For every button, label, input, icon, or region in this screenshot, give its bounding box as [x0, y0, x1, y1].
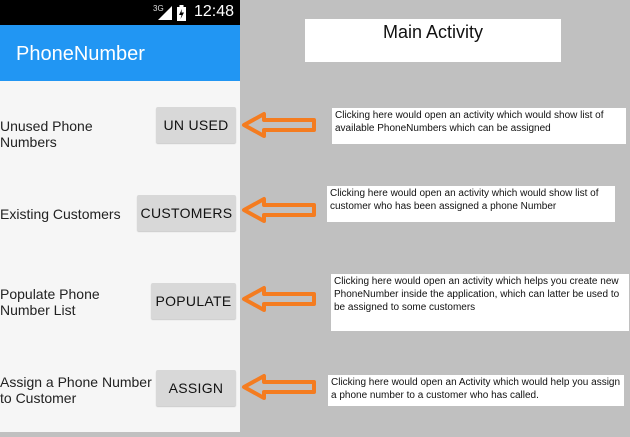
- status-clock: 12:48: [193, 3, 234, 20]
- assign-button[interactable]: ASSIGN: [156, 370, 236, 406]
- arrow-left-icon: [242, 374, 316, 400]
- populate-button[interactable]: POPULATE: [151, 283, 236, 319]
- arrow-left-icon: [242, 286, 316, 312]
- phone-screen: 3G 12:48 PhoneNumber Unused Phone Number…: [0, 0, 240, 432]
- status-bar: 3G 12:48: [0, 0, 240, 25]
- row-label-assign: Assign a Phone Number to Customer: [0, 374, 152, 406]
- note-customers: Clicking here would open an activity whi…: [327, 186, 615, 222]
- row-label-populate: Populate Phone Number List: [0, 286, 100, 318]
- app-bar: PhoneNumber: [0, 25, 240, 81]
- note-unused: Clicking here would open an activity whi…: [332, 108, 626, 144]
- main-activity-title: Main Activity: [382, 22, 484, 42]
- arrow-left-icon: [242, 197, 316, 223]
- arrow-left-icon: [242, 112, 316, 138]
- note-assign: Clicking here would open an Activity whi…: [328, 375, 624, 406]
- main-activity-header: Main Activity: [305, 19, 561, 62]
- signal-icon: [158, 6, 172, 20]
- customers-button[interactable]: CUSTOMERS: [137, 195, 236, 231]
- note-populate: Clicking here would open an activity whi…: [331, 274, 629, 331]
- row-label-customers: Existing Customers: [0, 206, 121, 222]
- unused-button[interactable]: UN USED: [156, 107, 236, 143]
- app-title: PhoneNumber: [16, 43, 145, 65]
- battery-icon: [177, 5, 186, 21]
- row-label-unused: Unused Phone Numbers: [0, 118, 93, 150]
